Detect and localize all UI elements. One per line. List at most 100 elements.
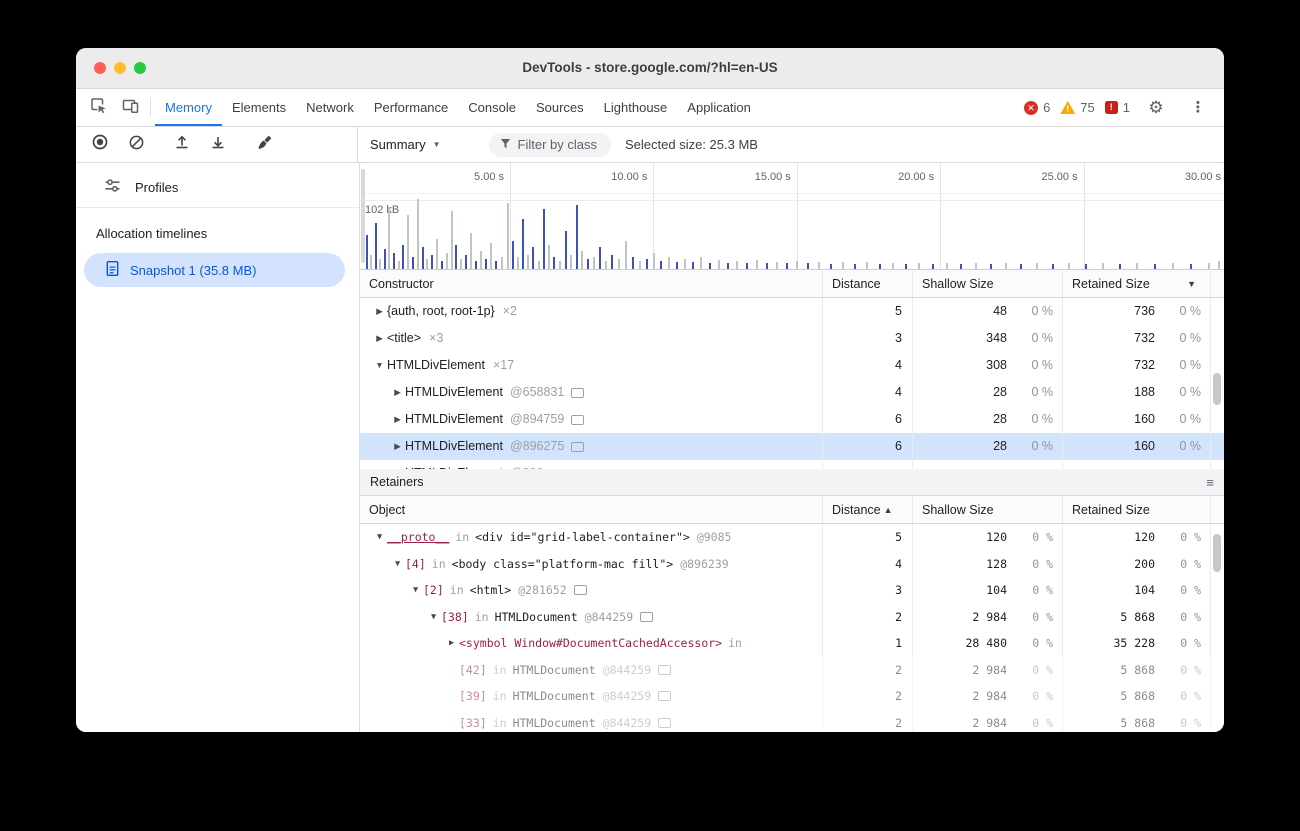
tab-elements[interactable]: Elements (222, 89, 296, 126)
retainers-section-header[interactable]: Retainers ≡ (360, 469, 1224, 496)
profiles-header[interactable]: Profiles (76, 167, 359, 207)
more-options-button[interactable]: ⋮ (1182, 100, 1214, 115)
reveal-in-elements-icon[interactable] (640, 612, 653, 622)
column-header-distance[interactable]: Distance (822, 270, 912, 297)
window-title: DevTools - store.google.com/?hl=en-US (76, 48, 1224, 88)
reveal-in-elements-icon[interactable] (571, 388, 584, 398)
inspect-element-button[interactable] (82, 89, 114, 126)
timeline-left-grip[interactable] (361, 169, 365, 263)
tree-expand-icon[interactable]: ▶ (390, 460, 405, 469)
constructor-row[interactable]: ▼HTMLDivElement×1743080 %7320 % (360, 352, 1224, 379)
tab-network[interactable]: Network (296, 89, 364, 126)
constructor-row[interactable]: ▶HTMLDivElement@6588314280 %1880 % (360, 379, 1224, 406)
retainer-row[interactable]: ▼[2]in<html>@28165231040 %1040 % (360, 577, 1224, 604)
retainer-row[interactable]: ▶<symbol Window#DocumentCachedAccessor>i… (360, 630, 1224, 657)
tab-sources[interactable]: Sources (526, 89, 594, 126)
column-header-retained-size[interactable]: Retained Size ▼ (1062, 270, 1210, 297)
tree-expand-icon[interactable]: ▶ (390, 406, 405, 433)
reveal-in-elements-icon[interactable] (658, 691, 671, 701)
settings-button[interactable]: ⚙ (1140, 99, 1172, 116)
tree-collapse-icon[interactable]: ▼ (372, 524, 387, 551)
constructor-row[interactable]: ▶<title>×333480 %7320 % (360, 325, 1224, 352)
issues-badge[interactable]: ! 1 (1105, 100, 1130, 115)
tab-lighthouse[interactable]: Lighthouse (594, 89, 678, 126)
reveal-in-elements-icon[interactable] (658, 665, 671, 675)
zoom-window-button[interactable] (134, 62, 146, 74)
reveal-in-elements-icon[interactable] (571, 415, 584, 425)
tree-collapse-icon[interactable]: ▼ (390, 551, 405, 578)
column-label: Shallow Size (922, 503, 994, 517)
retainer-row[interactable]: [33]inHTMLDocument@84425922 9840 %5 8680… (360, 710, 1224, 733)
allocation-bar (370, 255, 372, 269)
retainer-row[interactable]: [42]inHTMLDocument@84425922 9840 %5 8680… (360, 657, 1224, 684)
console-errors-badge[interactable]: ✕ 6 (1024, 100, 1050, 115)
allocation-bar (818, 262, 820, 269)
scrollbar-gutter (1210, 683, 1224, 710)
allocation-bar-live (441, 261, 443, 269)
keyword-in: in (475, 604, 489, 631)
tab-console[interactable]: Console (458, 89, 526, 126)
tree-collapse-icon[interactable]: ▼ (408, 577, 423, 604)
tree-expand-icon[interactable]: ▶ (372, 325, 387, 352)
distance-value: 1 (823, 630, 912, 657)
tree-expand-icon[interactable]: ▶ (390, 433, 405, 460)
tree-expand-icon[interactable]: ▶ (390, 379, 405, 406)
allocation-bar-live (879, 264, 881, 269)
retainer-row[interactable]: ▼__proto__in<div id="grid-label-containe… (360, 524, 1224, 551)
allocation-bar-live (646, 259, 648, 269)
tab-memory[interactable]: Memory (155, 89, 222, 126)
tree-expand-icon[interactable]: ▶ (444, 630, 459, 657)
tab-performance[interactable]: Performance (364, 89, 458, 126)
constructor-row[interactable]: ▶{auth, root, root-1p}×25480 %7360 % (360, 298, 1224, 325)
allocation-bar (1036, 263, 1038, 269)
column-header-retained-size[interactable]: Retained Size (1062, 496, 1210, 523)
column-label: Retained Size (1072, 503, 1150, 517)
constructor-row[interactable]: ▶HTMLDivElement@8962756280 %1600 % (360, 433, 1224, 460)
object-id: @894759 (510, 406, 564, 433)
clear-profiles-button[interactable] (122, 131, 150, 159)
retainer-row[interactable]: ▼[4]in<body class="platform-mac fill">@8… (360, 551, 1224, 578)
load-profile-button[interactable] (168, 131, 196, 159)
save-profile-button[interactable] (204, 131, 232, 159)
console-warnings-badge[interactable]: ! 75 (1060, 100, 1094, 115)
column-label: Retained Size (1072, 277, 1150, 291)
filter-by-class-input[interactable]: Filter by class (489, 133, 611, 157)
vertical-scrollbar-thumb[interactable] (1213, 534, 1221, 572)
column-label: Object (369, 503, 405, 517)
allocation-bar (570, 255, 572, 269)
tree-collapse-icon[interactable]: ▼ (372, 352, 387, 379)
column-header-shallow-size[interactable]: Shallow Size (912, 270, 1062, 297)
allocation-timeline-overview[interactable]: 102 kB 5.00 s10.00 s15.00 s20.00 s25.00 … (360, 163, 1224, 270)
record-heap-button[interactable] (86, 131, 114, 159)
reveal-in-elements-icon[interactable] (658, 718, 671, 728)
column-header-distance[interactable]: Distance ▲ (822, 496, 912, 523)
timeline-ruler-label: 25.00 s (998, 171, 1078, 183)
reveal-in-elements-icon[interactable] (571, 442, 584, 452)
column-header-shallow-size[interactable]: Shallow Size (912, 496, 1062, 523)
collect-garbage-button[interactable] (250, 131, 278, 159)
error-count: 6 (1043, 100, 1050, 115)
reveal-in-elements-icon[interactable] (550, 469, 563, 470)
retainer-row[interactable]: [39]inHTMLDocument@84425922 9840 %5 8680… (360, 683, 1224, 710)
constructor-row[interactable]: ▶HTMLDivElement@896 (360, 460, 1224, 469)
device-toolbar-button[interactable] (114, 89, 146, 126)
column-header-object[interactable]: Object (360, 503, 822, 517)
tree-collapse-icon[interactable]: ▼ (426, 604, 441, 631)
tab-application[interactable]: Application (677, 89, 761, 126)
column-header-constructor[interactable]: Constructor (360, 277, 822, 291)
constructor-row[interactable]: ▶HTMLDivElement@8947596280 %1600 % (360, 406, 1224, 433)
hamburger-menu-icon[interactable]: ≡ (1206, 475, 1214, 490)
instance-count: ×2 (503, 298, 517, 325)
allocation-bar-live (402, 245, 404, 269)
retainer-row[interactable]: ▼[38]inHTMLDocument@84425922 9840 %5 868… (360, 604, 1224, 631)
sort-descending-icon: ▼ (1187, 279, 1196, 289)
retained-size-percent: 0 % (1155, 433, 1210, 460)
sidebar-item-snapshot-1[interactable]: Snapshot 1 (35.8 MB) (84, 253, 345, 287)
perspective-select[interactable]: Summary ▼ (370, 137, 441, 152)
close-window-button[interactable] (94, 62, 106, 74)
tree-expand-icon[interactable]: ▶ (372, 298, 387, 325)
distance-value: 2 (823, 683, 912, 710)
vertical-scrollbar-thumb[interactable] (1213, 373, 1221, 405)
minimize-window-button[interactable] (114, 62, 126, 74)
reveal-in-elements-icon[interactable] (574, 585, 587, 595)
